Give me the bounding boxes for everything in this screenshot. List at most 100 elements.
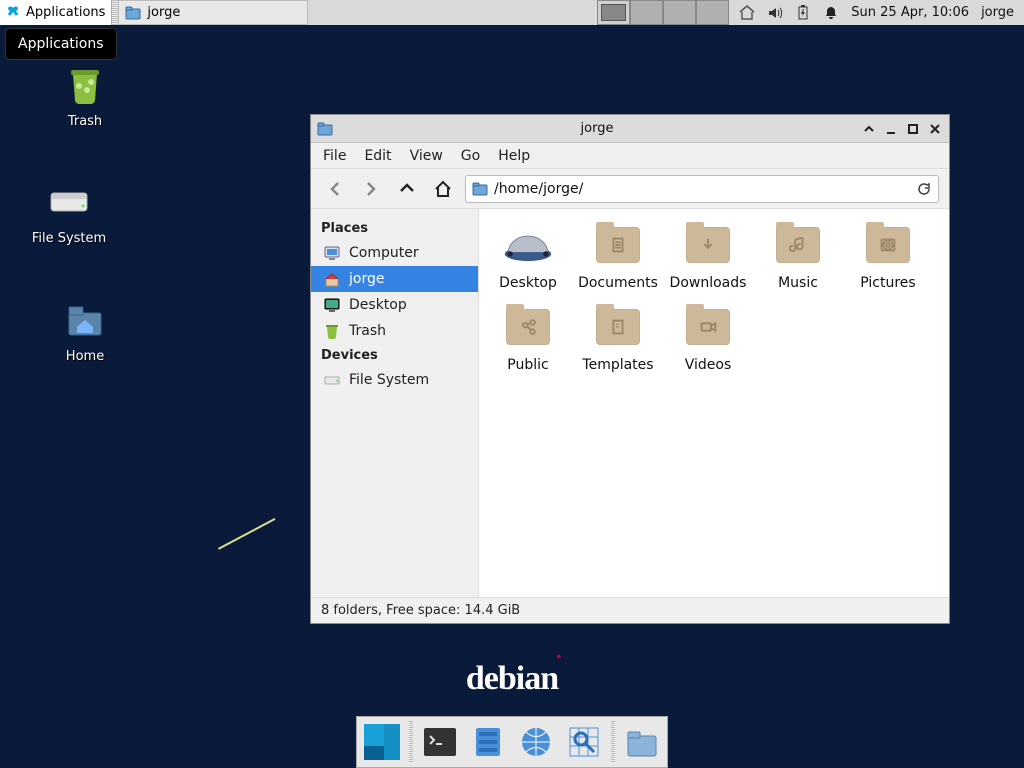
titlebar[interactable]: jorge (311, 115, 949, 143)
file-item-documents[interactable]: Documents (573, 223, 663, 291)
workspace-switcher[interactable] (597, 0, 729, 25)
desktop-icon-trash[interactable]: Trash (40, 60, 130, 129)
file-manager-window: jorge File Edit View Go Help /home/jorge/ Pl… (310, 114, 950, 624)
address-path: /home/jorge/ (494, 181, 910, 197)
trash-icon (323, 322, 341, 340)
sidebar-item-label: Computer (349, 245, 419, 261)
dock-web-browser[interactable] (515, 721, 557, 763)
taskbar-window-title: jorge (147, 5, 180, 20)
content-area: Places Computer jorge Desktop Trash Devices Fi… (311, 209, 949, 597)
menu-go[interactable]: Go (461, 148, 480, 164)
bottom-dock (356, 716, 668, 768)
minimize-button[interactable] (883, 121, 899, 137)
file-item-downloads[interactable]: Downloads (663, 223, 753, 291)
sidebar-item-label: File System (349, 372, 429, 388)
folder-icon (863, 223, 913, 267)
menu-file[interactable]: File (323, 148, 346, 164)
forward-button[interactable] (357, 175, 385, 203)
dock-separator (611, 721, 615, 763)
maximize-button[interactable] (905, 121, 921, 137)
taskbar-window-button[interactable]: jorge (118, 0, 308, 25)
address-bar[interactable]: /home/jorge/ (465, 175, 939, 203)
workspace-1[interactable] (597, 0, 630, 25)
sidebar-item-file-system[interactable]: File System (311, 367, 478, 393)
path-folder-icon (472, 181, 488, 197)
file-item-pictures[interactable]: Pictures (843, 223, 933, 291)
panel-left: Applications jorge (0, 0, 308, 25)
sidebar-item-jorge[interactable]: jorge (311, 266, 478, 292)
file-label: Pictures (843, 275, 933, 291)
menu-view[interactable]: View (410, 148, 443, 164)
drive-icon (45, 177, 93, 225)
clock[interactable]: Sun 25 Apr, 10:06 (851, 5, 969, 20)
wallpaper-scratch (218, 518, 291, 580)
desktop-icon-label: Trash (40, 114, 130, 129)
applications-menu-button[interactable]: Applications (0, 0, 112, 25)
home-icon (323, 270, 341, 288)
xfce-logo-icon (6, 5, 22, 21)
folder-icon (593, 223, 643, 267)
applications-label: Applications (26, 5, 105, 20)
file-item-music[interactable]: Music (753, 223, 843, 291)
dock-file-manager[interactable] (467, 721, 509, 763)
sidebar-heading-places: Places (311, 217, 478, 240)
user-label[interactable]: jorge (981, 5, 1014, 20)
desktop-glyph (503, 225, 553, 265)
sidebar-item-label: jorge (349, 271, 384, 287)
home-icon (61, 295, 109, 343)
desktop-icon-label: Home (40, 349, 130, 364)
sidebar-item-trash[interactable]: Trash (311, 318, 478, 344)
dock-app-finder[interactable] (563, 721, 605, 763)
panel-right: Sun 25 Apr, 10:06 jorge (729, 0, 1024, 25)
sidebar-item-desktop[interactable]: Desktop (311, 292, 478, 318)
battery-icon[interactable] (795, 5, 811, 21)
sidebar: Places Computer jorge Desktop Trash Devices Fi… (311, 209, 479, 597)
back-button[interactable] (321, 175, 349, 203)
notification-bell-icon[interactable] (823, 5, 839, 21)
file-label: Desktop (483, 275, 573, 291)
menubar: File Edit View Go Help (311, 143, 949, 169)
reload-icon[interactable] (916, 181, 932, 197)
menu-edit[interactable]: Edit (364, 148, 391, 164)
sidebar-item-label: Trash (349, 323, 386, 339)
debian-logo: debian (466, 660, 558, 698)
file-item-videos[interactable]: Videos (663, 305, 753, 373)
sidebar-heading-devices: Devices (311, 344, 478, 367)
dock-show-desktop[interactable] (361, 721, 403, 763)
desktop-icon-label: File System (24, 231, 114, 246)
desktop-icon (323, 296, 341, 314)
top-panel: Applications jorge Sun 25 Apr, 10:06 jor… (0, 0, 1024, 25)
file-label: Documents (573, 275, 663, 291)
applications-tooltip: Applications (5, 28, 117, 60)
home-button[interactable] (429, 175, 457, 203)
desktop-icon (503, 223, 553, 267)
computer-icon (323, 244, 341, 262)
close-button[interactable] (927, 121, 943, 137)
menu-help[interactable]: Help (498, 148, 530, 164)
trash-icon (61, 60, 109, 108)
dock-separator (409, 721, 413, 763)
file-item-desktop[interactable]: Desktop (483, 223, 573, 291)
desktop-icon-drive[interactable]: File System (24, 177, 114, 246)
workspace-3[interactable] (663, 0, 696, 25)
folder-icon (683, 305, 733, 349)
folder-icon (773, 223, 823, 267)
network-icon[interactable] (739, 5, 755, 21)
file-label: Public (483, 357, 573, 373)
shade-button[interactable] (861, 121, 877, 137)
desktop-icon-home[interactable]: Home (40, 295, 130, 364)
dock-terminal[interactable] (419, 721, 461, 763)
sidebar-item-computer[interactable]: Computer (311, 240, 478, 266)
up-button[interactable] (393, 175, 421, 203)
window-title: jorge (339, 121, 855, 136)
file-grid[interactable]: DesktopDocumentsDownloadsMusicPictures Pu… (479, 209, 949, 597)
statusbar: 8 folders, Free space: 14.4 GiB (311, 597, 949, 623)
dock-home-folder[interactable] (621, 721, 663, 763)
file-item-templates[interactable]: Templates (573, 305, 663, 373)
workspace-2[interactable] (630, 0, 663, 25)
workspace-4[interactable] (696, 0, 729, 25)
volume-icon[interactable] (767, 5, 783, 21)
file-item-public[interactable]: Public (483, 305, 573, 373)
sidebar-item-label: Desktop (349, 297, 407, 313)
drive-icon (323, 371, 341, 389)
